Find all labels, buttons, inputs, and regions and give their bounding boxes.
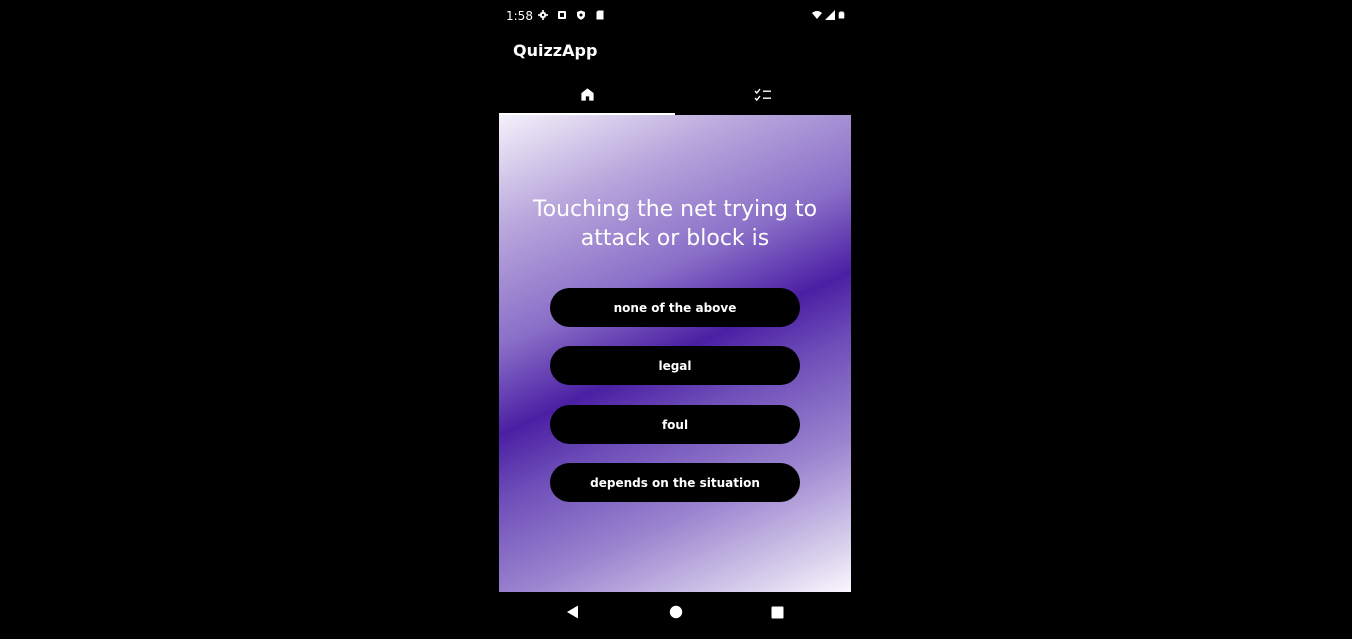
status-time: 1:58 <box>506 9 533 23</box>
tab-results[interactable] <box>675 74 851 115</box>
shield-icon <box>577 10 585 20</box>
battery-icon <box>838 11 845 19</box>
recents-icon <box>771 606 783 618</box>
app-bar: QuizzApp <box>499 32 851 72</box>
tab-bar <box>499 74 851 115</box>
wifi-icon <box>812 11 822 19</box>
status-icons-left <box>538 10 605 20</box>
back-icon <box>566 605 578 619</box>
system-nav-bar <box>499 592 851 639</box>
answer-button-4[interactable]: depends on the situation <box>550 463 800 502</box>
signal-icon <box>825 10 835 20</box>
gear-icon <box>538 10 548 20</box>
app-title: QuizzApp <box>513 41 598 60</box>
sd-card-icon <box>596 10 604 20</box>
answer-button-3[interactable]: foul <box>550 405 800 444</box>
answer-button-2[interactable]: legal <box>550 346 800 385</box>
status-bar: 1:58 <box>499 0 851 32</box>
nav-recents-button[interactable] <box>769 604 785 620</box>
quiz-panel: Touching the net trying to attack or blo… <box>499 115 851 592</box>
android-icon <box>558 11 566 19</box>
nav-back-button[interactable] <box>564 604 580 620</box>
tab-home[interactable] <box>499 74 675 115</box>
home-circle-icon <box>669 605 683 619</box>
phone-screen: 1:58 QuizzApp Touching the net trying to… <box>499 0 851 639</box>
answer-button-1[interactable]: none of the above <box>550 288 800 327</box>
nav-home-button[interactable] <box>668 604 684 620</box>
home-icon <box>580 88 594 101</box>
question-text: Touching the net trying to attack or blo… <box>532 197 818 251</box>
status-icons-right <box>812 10 845 20</box>
checklist-icon <box>754 88 771 101</box>
